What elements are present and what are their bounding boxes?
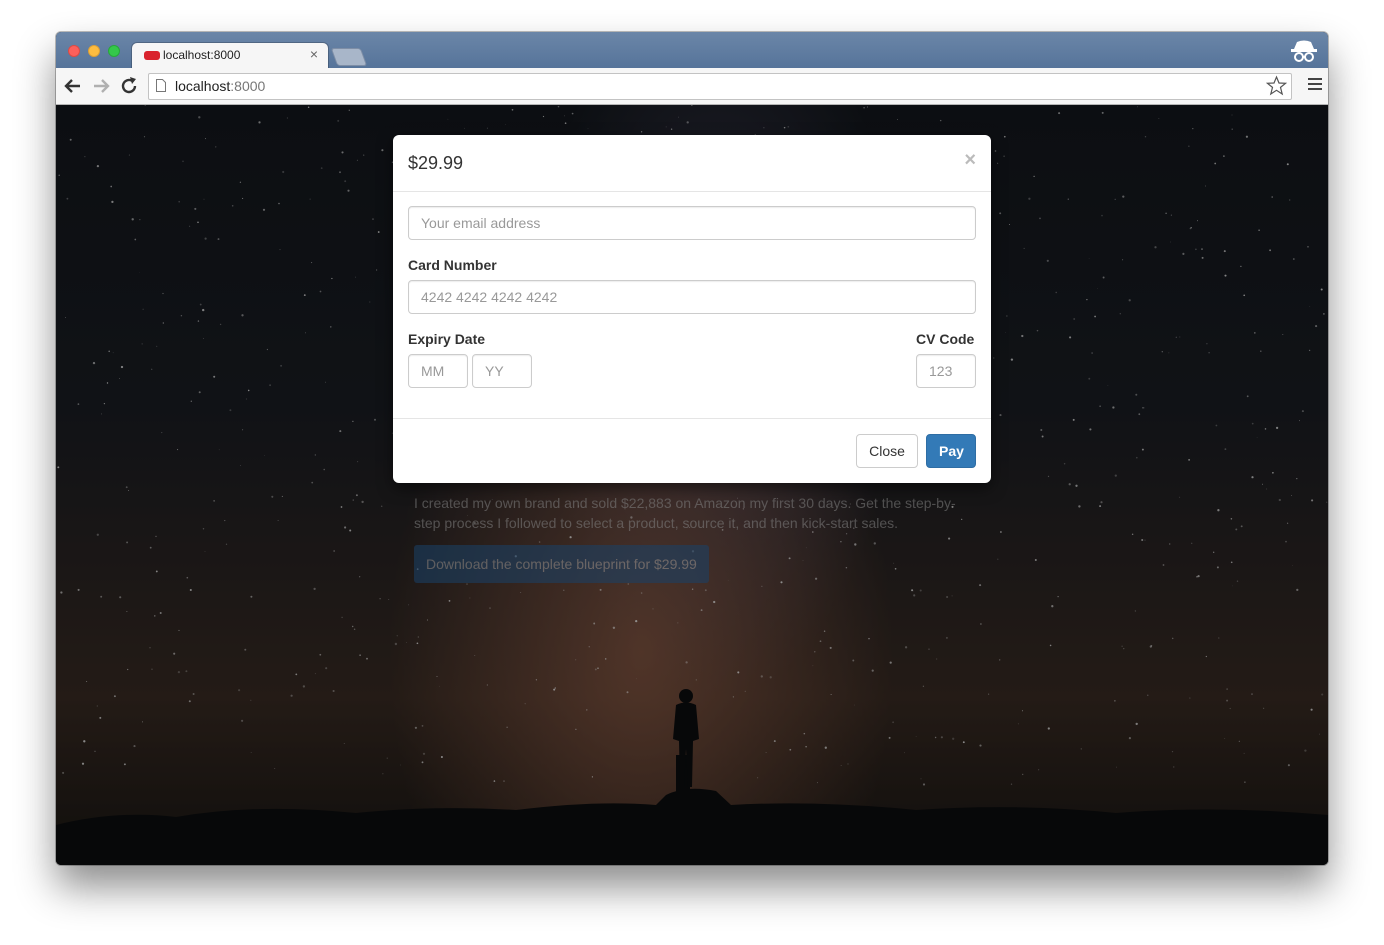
tab-title: localhost:8000 [163, 48, 241, 62]
window-minimize-button[interactable] [88, 45, 100, 57]
incognito-icon [1291, 40, 1317, 62]
expiry-year-field[interactable] [472, 354, 532, 388]
modal-header: $29.99 × [393, 135, 991, 192]
address-bar[interactable]: localhost:8000 [148, 73, 1292, 100]
email-field[interactable] [408, 206, 976, 240]
modal-close-icon[interactable]: × [964, 149, 976, 172]
new-tab-button[interactable] [330, 48, 368, 66]
tab-close-icon[interactable]: × [310, 46, 318, 62]
window-maximize-button[interactable] [108, 45, 120, 57]
window-close-button[interactable] [68, 45, 80, 57]
pay-button[interactable]: Pay [926, 434, 976, 468]
favicon-icon [144, 51, 160, 60]
menu-icon[interactable] [1308, 78, 1322, 93]
back-arrow-icon[interactable] [62, 75, 84, 97]
tab-bar: localhost:8000 × [56, 32, 1328, 68]
modal-footer: Close Pay [393, 418, 991, 484]
cv-code-label: CV Code [916, 331, 975, 347]
reload-icon[interactable] [118, 75, 140, 97]
browser-window: localhost:8000 × localhost:8000 I create… [56, 32, 1328, 865]
browser-tab[interactable]: localhost:8000 × [132, 43, 328, 68]
modal-title: $29.99 [408, 153, 464, 173]
bookmark-star-icon[interactable] [1266, 75, 1287, 96]
expiry-month-field[interactable] [408, 354, 468, 388]
browser-toolbar: localhost:8000 [56, 68, 1328, 105]
page-viewport: I created my own brand and sold $22,883 … [56, 105, 1328, 865]
card-number-field[interactable] [408, 280, 976, 314]
cv-code-field[interactable] [916, 354, 976, 388]
forward-arrow-icon[interactable] [90, 75, 112, 97]
page-icon [156, 79, 166, 92]
expiry-date-label: Expiry Date [408, 331, 486, 347]
url-text: localhost:8000 [175, 78, 266, 94]
close-button[interactable]: Close [856, 434, 918, 468]
payment-modal: $29.99 × Card Number Expiry Date CV Code… [393, 135, 991, 483]
card-number-label: Card Number [408, 257, 497, 273]
